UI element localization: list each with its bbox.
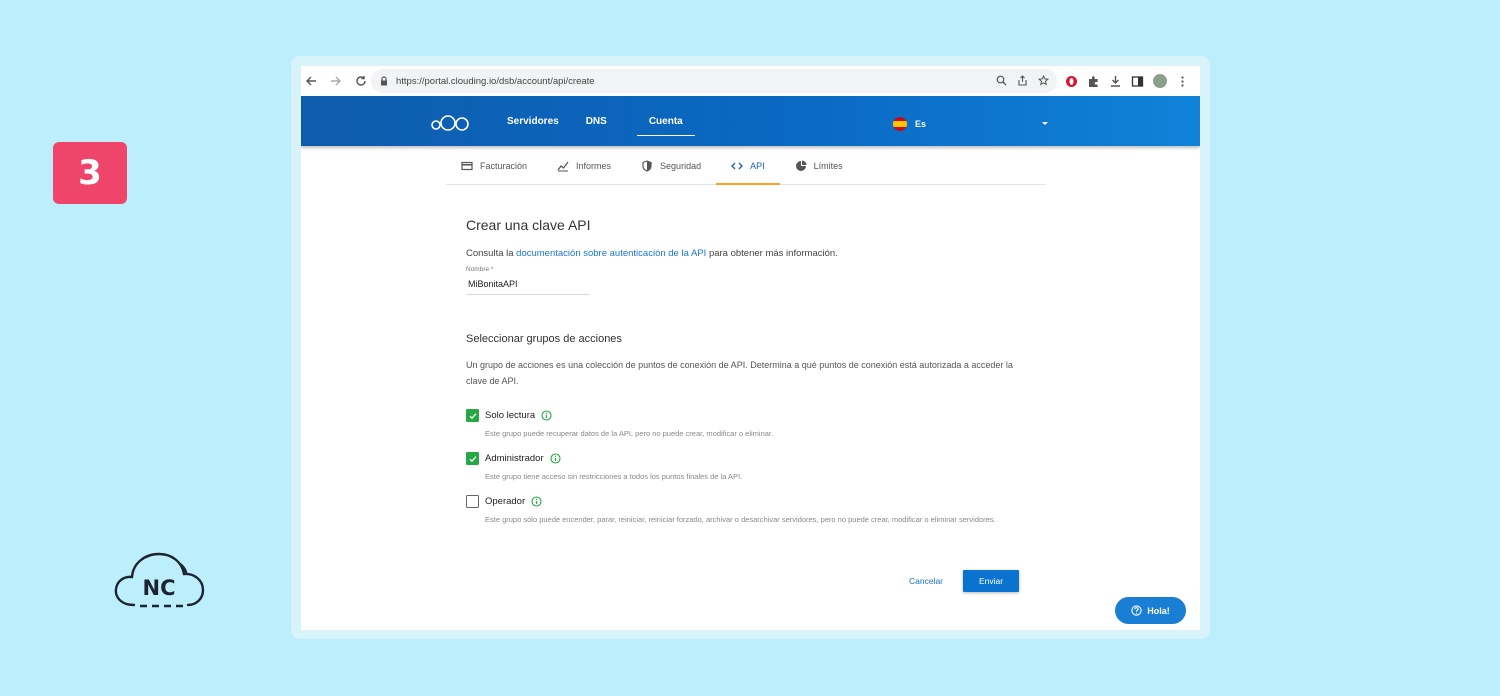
opera-extension-icon[interactable]	[1065, 75, 1078, 88]
info-icon[interactable]	[550, 453, 561, 464]
action-group-operador: Operador Este grupo sólo puede encender,…	[466, 495, 1036, 528]
intro-suffix: para obtener más información.	[706, 248, 838, 259]
browser-toolbar: https://portal.clouding.io/dsb/account/a…	[301, 66, 1200, 96]
intro-text: Consulta la documentación sobre autentic…	[466, 248, 1036, 259]
action-group-solo-lectura: Solo lectura Este grupo puede recuperar …	[466, 409, 1036, 442]
help-circle-icon	[1131, 605, 1142, 616]
checkmark-icon	[469, 455, 476, 462]
groups-title: Seleccionar grupos de acciones	[466, 333, 622, 345]
tab-limites[interactable]: Límites	[780, 148, 858, 184]
credit-card-icon	[461, 161, 473, 171]
checkmark-icon	[469, 412, 476, 419]
option-description: Este grupo sólo puede encender, parar, r…	[485, 515, 996, 524]
name-input[interactable]	[466, 276, 590, 295]
top-navigation: Servidores DNS Cuenta	[507, 96, 710, 146]
caret-down-icon[interactable]	[1042, 122, 1048, 125]
option-description: Este grupo puede recuperar datos de la A…	[485, 429, 774, 438]
code-icon	[731, 162, 744, 170]
tab-label: API	[750, 161, 765, 171]
nav-dns[interactable]: DNS	[586, 96, 607, 146]
tab-api[interactable]: API	[716, 148, 780, 185]
spain-flag-icon	[893, 117, 907, 131]
browser-window: https://portal.clouding.io/dsb/account/a…	[301, 66, 1200, 630]
reload-icon[interactable]	[355, 75, 367, 87]
option-name: Administrador	[485, 453, 544, 464]
profile-avatar[interactable]	[1153, 74, 1167, 88]
tab-label: Límites	[813, 161, 843, 171]
page-title: Crear una clave API	[466, 217, 591, 233]
name-field-label: Nombre *	[466, 266, 494, 273]
address-bar[interactable]: https://portal.clouding.io/dsb/account/a…	[371, 69, 1057, 93]
action-group-administrador: Administrador Este grupo tiene acceso si…	[466, 452, 1036, 485]
groups-description: Un grupo de acciones es una colección de…	[466, 360, 1013, 386]
line-chart-icon	[557, 161, 569, 172]
checkbox-solo-lectura[interactable]	[466, 409, 479, 422]
account-subnav: Facturación Informes Seguridad API Límit…	[446, 148, 1046, 185]
app-header: Servidores DNS Cuenta Es	[301, 96, 1200, 146]
url-text: https://portal.clouding.io/dsb/account/a…	[396, 75, 595, 87]
option-description: Este grupo tiene acceso sin restriccione…	[485, 472, 743, 481]
submit-button[interactable]: Enviar	[963, 570, 1020, 592]
create-api-key-form: Crear una clave API Consulta la document…	[466, 216, 1036, 528]
intro-prefix: Consulta la	[466, 248, 517, 259]
tab-label: Informes	[576, 161, 612, 171]
browser-menu-icon[interactable]	[1176, 75, 1189, 88]
nc-logo-text: NC	[143, 576, 176, 600]
lock-icon	[381, 76, 387, 86]
zoom-icon[interactable]	[996, 75, 1007, 86]
cancel-button[interactable]: Cancelar	[909, 576, 943, 586]
tab-seguridad[interactable]: Seguridad	[626, 148, 716, 184]
option-name: Solo lectura	[485, 410, 536, 421]
language-label: Es	[915, 119, 927, 129]
shield-icon	[642, 160, 652, 172]
tab-facturacion[interactable]: Facturación	[446, 148, 542, 184]
bookmark-star-icon[interactable]	[1038, 75, 1049, 86]
clouding-logo[interactable]	[431, 113, 471, 133]
share-icon[interactable]	[1017, 75, 1028, 86]
option-name: Operador	[485, 496, 526, 507]
pie-chart-icon	[795, 160, 807, 171]
download-icon[interactable]	[1109, 75, 1122, 88]
tab-label: Seguridad	[660, 161, 702, 171]
language-selector[interactable]: Es	[893, 117, 926, 131]
api-docs-link[interactable]: documentación sobre autenticación de la …	[516, 248, 706, 259]
step-badge: 3	[53, 142, 127, 204]
side-panel-icon[interactable]	[1131, 75, 1144, 88]
info-icon[interactable]	[541, 410, 552, 421]
checkbox-operador[interactable]	[466, 495, 479, 508]
nav-servidores[interactable]: Servidores	[507, 96, 559, 146]
chat-label: Hola!	[1147, 605, 1170, 616]
tab-informes[interactable]: Informes	[542, 148, 626, 184]
checkbox-administrador[interactable]	[466, 452, 479, 465]
nc-cloud-logo: NC	[114, 552, 205, 608]
back-arrow-icon[interactable]	[305, 75, 317, 87]
chat-widget-button[interactable]: Hola!	[1115, 597, 1186, 624]
form-actions: Cancelar Enviar	[909, 570, 1020, 592]
info-icon[interactable]	[531, 496, 542, 507]
forward-arrow-icon[interactable]	[330, 75, 342, 87]
tab-label: Facturación	[480, 161, 528, 171]
extensions-puzzle-icon[interactable]	[1087, 75, 1100, 88]
nav-cuenta[interactable]: Cuenta	[636, 96, 695, 146]
